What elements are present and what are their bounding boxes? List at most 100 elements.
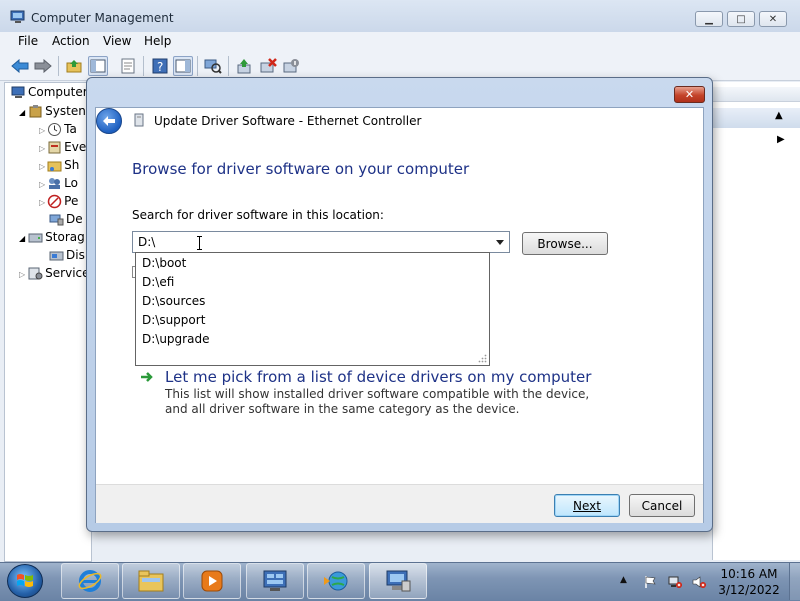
cancel-button[interactable]: Cancel — [629, 494, 695, 517]
tree-label-event-viewer: Eve — [64, 140, 87, 154]
close-button[interactable]: ✕ — [759, 11, 787, 27]
clock-date: 3/12/2022 — [718, 583, 780, 597]
back-icon — [11, 59, 29, 73]
tree-label-task-scheduler: Ta — [64, 122, 77, 136]
system-clock[interactable]: 10:16 AM 3/12/2022 — [718, 566, 780, 598]
back-button[interactable] — [10, 56, 30, 76]
taskbar-network[interactable] — [307, 563, 365, 599]
console-tree[interactable]: Computer ◢ Systen ▷ Ta ▷ Eve ▷ Sh ▷ Lo ▷ Pe De… — [4, 82, 92, 562]
computer-management-icon — [386, 570, 411, 592]
clock-time: 10:16 AM — [720, 567, 778, 581]
uninstall-button[interactable] — [258, 56, 278, 76]
tree-node-services[interactable]: ▷ Service — [19, 266, 90, 284]
properties-button[interactable] — [118, 56, 138, 76]
dropdown-item-boot[interactable]: D:\boot — [142, 256, 186, 270]
maximize-icon: □ — [736, 13, 746, 25]
dropdown-item-upgrade[interactable]: D:\upgrade — [142, 332, 209, 346]
next-button[interactable]: Next — [554, 494, 620, 517]
menu-file[interactable]: File — [18, 34, 38, 48]
tree-node-performance[interactable]: ▷ Pe — [39, 194, 78, 212]
search-location-input[interactable]: D:\ — [138, 235, 155, 249]
taskbar-windows-explorer[interactable] — [122, 563, 180, 599]
action-pane-button[interactable] — [173, 56, 193, 76]
show-hide-tree-button[interactable] — [88, 56, 108, 76]
minimize-button[interactable]: ▁ — [695, 11, 723, 27]
tree-node-device-manager[interactable]: De — [49, 212, 83, 230]
collapsed-arrow-icon: ▷ — [39, 126, 46, 135]
tree-label-disk-management: Dis — [66, 248, 85, 262]
menu-help[interactable]: Help — [144, 34, 171, 48]
forward-button[interactable] — [33, 56, 53, 76]
computer-management-icon — [10, 10, 25, 23]
text-cursor-icon — [197, 236, 202, 250]
tree-node-task-scheduler[interactable]: ▷ Ta — [39, 122, 77, 140]
tree-label-services: Service — [45, 266, 90, 280]
collapsed-arrow-icon: ▷ — [39, 144, 46, 153]
taskbar-control-panel[interactable] — [246, 563, 304, 599]
action-center-flag-icon[interactable] — [643, 575, 657, 589]
dialog-close-button[interactable]: ✕ — [674, 86, 705, 103]
storage-icon — [28, 233, 43, 243]
search-location-label: Search for driver software in this locat… — [132, 208, 384, 222]
dialog-back-button[interactable] — [96, 108, 122, 134]
dropdown-item-sources[interactable]: D:\sources — [142, 294, 205, 308]
tree-node-event-viewer[interactable]: ▷ Eve — [39, 140, 86, 158]
tree-label-system-tools: Systen — [45, 104, 86, 118]
disable-button[interactable] — [281, 56, 301, 76]
scan-hardware-button[interactable] — [203, 56, 223, 76]
browse-button[interactable]: Browse... — [522, 232, 608, 255]
resize-grip-icon[interactable] — [478, 354, 487, 363]
show-hidden-icons-button[interactable]: ▲ — [620, 575, 634, 589]
maximize-button[interactable]: □ — [727, 11, 755, 27]
autocomplete-dropdown[interactable]: D:\boot D:\efi D:\sources D:\support D:\… — [135, 252, 490, 366]
show-desktop-button[interactable] — [789, 563, 800, 600]
show-hide-tree-icon — [90, 59, 106, 73]
up-folder-button[interactable] — [64, 56, 84, 76]
taskbar-media-player[interactable] — [183, 563, 241, 599]
window-titlebar[interactable]: Computer Management — [0, 0, 800, 32]
control-panel-icon — [263, 570, 287, 591]
taskbar-internet-explorer[interactable] — [61, 563, 119, 599]
tree-node-shared-folders[interactable]: ▷ Sh — [39, 158, 79, 176]
taskbar-computer-management[interactable] — [369, 563, 427, 599]
minimize-icon: ▁ — [705, 13, 713, 25]
close-icon: ✕ — [768, 13, 778, 25]
green-arrow-icon — [141, 372, 153, 382]
tree-node-storage[interactable]: ◢ Storag — [19, 230, 85, 248]
search-location-combobox[interactable]: D:\ — [132, 231, 510, 253]
dropdown-item-efi[interactable]: D:\efi — [142, 275, 174, 289]
menu-view[interactable]: View — [103, 34, 131, 48]
start-button[interactable] — [7, 564, 43, 598]
tree-node-computer[interactable]: Computer — [11, 85, 88, 103]
svg-text:?: ? — [157, 60, 163, 74]
collapsed-arrow-icon: ▷ — [39, 198, 46, 207]
tree-node-disk-management[interactable]: Dis — [49, 248, 85, 266]
services-icon — [28, 267, 43, 280]
dropdown-arrow-icon[interactable] — [496, 240, 504, 245]
update-driver-button[interactable] — [234, 56, 254, 76]
performance-icon — [47, 194, 62, 209]
help-button[interactable]: ? — [150, 56, 170, 76]
disable-icon — [283, 59, 299, 73]
tree-node-local-users[interactable]: ▷ Lo — [39, 176, 78, 194]
close-icon: ✕ — [684, 88, 695, 101]
volume-muted-icon[interactable] — [692, 575, 706, 589]
more-actions-arrow-icon[interactable]: ▶ — [777, 134, 785, 145]
network-disconnected-icon[interactable] — [668, 575, 682, 589]
tree-node-system-tools[interactable]: ◢ Systen — [19, 104, 86, 122]
tree-label-storage: Storag — [45, 230, 85, 244]
scan-hardware-icon — [204, 59, 222, 74]
actions-section-header[interactable]: ▲ — [713, 108, 800, 128]
help-icon: ? — [152, 58, 168, 74]
properties-icon — [121, 58, 135, 74]
system-tools-icon — [29, 105, 42, 118]
action-pane-icon — [175, 59, 191, 73]
collapse-up-icon[interactable]: ▲ — [775, 110, 783, 121]
disk-management-icon — [49, 251, 64, 261]
pick-from-list-description: This list will show installed driver sof… — [165, 387, 590, 416]
collapsed-arrow-icon: ▷ — [39, 180, 46, 189]
menu-action[interactable]: Action — [52, 34, 90, 48]
dropdown-item-support[interactable]: D:\support — [142, 313, 205, 327]
pick-from-list-link[interactable]: Let me pick from a list of device driver… — [165, 368, 591, 386]
uninstall-icon — [260, 58, 277, 73]
